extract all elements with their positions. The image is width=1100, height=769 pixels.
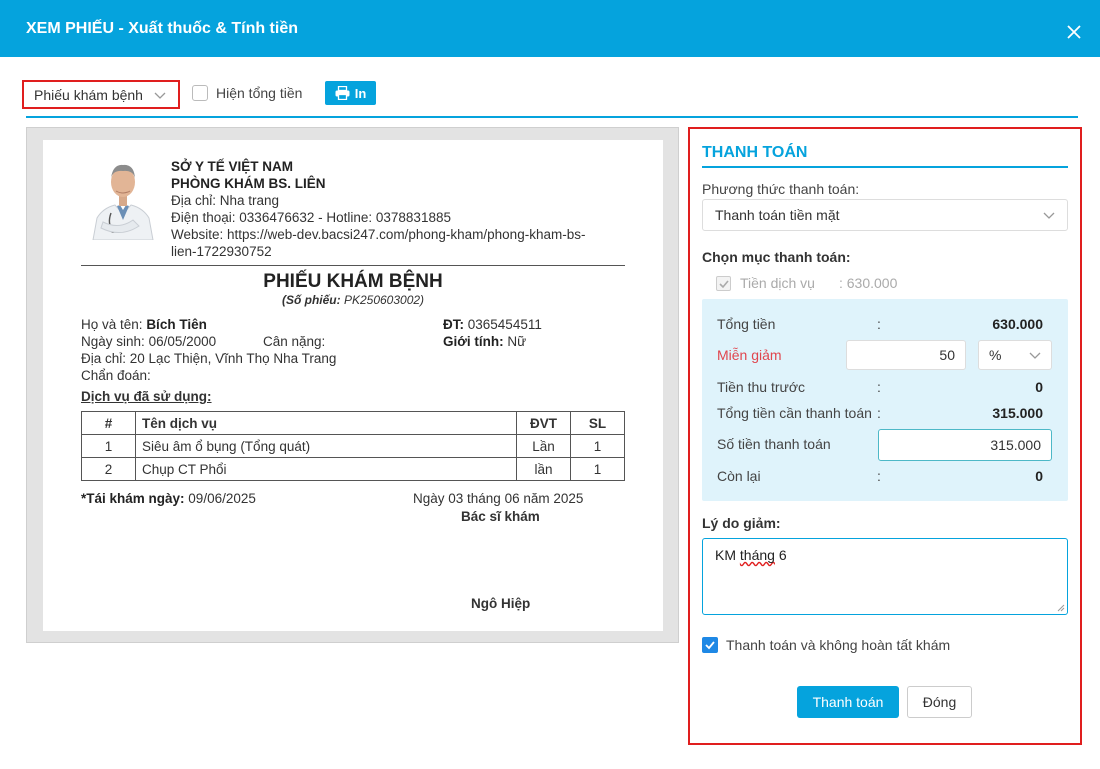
- pay-button[interactable]: Thanh toán: [797, 686, 899, 718]
- issue-date: Ngày 03 tháng 06 năm 2025: [413, 491, 584, 506]
- clinic-info: SỞ Y TẾ VIỆT NAM PHÒNG KHÁM BS. LIÊN Địa…: [171, 158, 631, 260]
- due-value: 315.000: [992, 405, 1043, 421]
- cell-unit: Lần: [516, 434, 571, 458]
- show-total-toggle[interactable]: Hiện tổng tiền: [192, 85, 302, 101]
- pay-without-complete-checkbox[interactable]: [702, 637, 718, 653]
- payment-method-select[interactable]: Thanh toán tiền mặt: [702, 199, 1068, 231]
- total-label: Tổng tiền: [717, 316, 776, 332]
- clinic-website: Website: https://web-dev.bacsi247.com/ph…: [171, 227, 586, 242]
- clinic-phone: Điện thoại: 0336476632 - Hotline: 037883…: [171, 210, 451, 225]
- cell-unit: lần: [516, 457, 571, 481]
- cell-qty: 1: [570, 457, 625, 481]
- patient-diagnosis: Chẩn đoán:: [81, 368, 151, 383]
- due-label: Tổng tiền cần thanh toán: [717, 405, 872, 421]
- table-header-row: # Tên dịch vụ ĐVT SL: [81, 411, 625, 435]
- toolbar: Phiếu khám bệnh Hiện tổng tiền In: [22, 80, 1082, 110]
- patient-phone: ĐT: 0365454511: [443, 317, 542, 332]
- toolbar-divider: [26, 116, 1078, 118]
- payment-method-label: Phương thức thanh toán:: [702, 181, 860, 197]
- payment-panel: THANH TOÁN Phương thức thanh toán: Thanh…: [688, 127, 1082, 745]
- document-preview: SỞ Y TẾ VIỆT NAM PHÒNG KHÁM BS. LIÊN Địa…: [26, 127, 679, 643]
- clinic-address: Địa chỉ: Nha trang: [171, 193, 280, 208]
- table-row: 1 Siêu âm ổ bụng (Tổng quát) Lần 1: [81, 434, 625, 458]
- print-button[interactable]: In: [325, 81, 376, 105]
- discount-unit-value: %: [989, 347, 1002, 363]
- service-fee-checkbox: [716, 275, 731, 291]
- choose-items-label: Chọn mục thanh toán:: [702, 249, 851, 265]
- service-fee-amount: : 630.000: [838, 275, 898, 291]
- cell-service: Chụp CT Phổi: [135, 457, 517, 481]
- discount-unit-select[interactable]: %: [978, 340, 1052, 370]
- cell-number: 2: [81, 457, 136, 481]
- form-type-select[interactable]: Phiếu khám bệnh: [22, 80, 180, 109]
- total-value: 630.000: [992, 316, 1043, 332]
- pay-without-complete-toggle[interactable]: Thanh toán và không hoàn tất khám: [702, 637, 950, 653]
- clinic-name: PHÒNG KHÁM BS. LIÊN: [171, 176, 326, 191]
- org-name: SỞ Y TẾ VIỆT NAM: [171, 159, 294, 174]
- header-divider: [81, 265, 625, 266]
- service-fee-label: Tiền dịch vụ: [740, 275, 815, 291]
- services-table: # Tên dịch vụ ĐVT SL 1 Siêu âm ổ bụng (T…: [81, 411, 625, 481]
- discount-label: Miễn giảm: [717, 347, 782, 363]
- modal-title: XEM PHIẾU - Xuất thuốc & Tính tiền: [26, 20, 298, 37]
- printer-icon: [335, 86, 350, 100]
- form-type-select-value: Phiếu khám bệnh: [34, 87, 143, 103]
- cell-number: 1: [81, 434, 136, 458]
- payment-method-value: Thanh toán tiền mặt: [715, 207, 840, 223]
- doctor-avatar: [89, 158, 157, 240]
- resize-handle-icon[interactable]: [1057, 604, 1065, 612]
- show-total-checkbox[interactable]: [192, 85, 208, 101]
- document-paper: SỞ Y TẾ VIỆT NAM PHÒNG KHÁM BS. LIÊN Địa…: [43, 140, 663, 631]
- modal-header: XEM PHIẾU - Xuất thuốc & Tính tiền: [0, 0, 1100, 57]
- show-total-label: Hiện tổng tiền: [216, 85, 303, 101]
- payment-title: THANH TOÁN: [702, 144, 808, 161]
- print-button-label: In: [354, 85, 367, 101]
- patient-name: Họ và tên: Bích Tiên: [81, 317, 207, 332]
- remaining-label: Còn lại: [717, 468, 761, 484]
- chevron-down-icon: [1029, 352, 1041, 359]
- prepaid-value: 0: [1035, 379, 1043, 395]
- service-fee-item: Tiền dịch vụ : 630.000: [716, 275, 897, 291]
- check-icon: [719, 279, 729, 288]
- remaining-value: 0: [1035, 468, 1043, 484]
- document-code: (Số phiếu: PK250603002): [281, 293, 425, 307]
- patient-dob: Ngày sinh: 06/05/2000: [81, 334, 217, 349]
- patient-weight: Cân nặng:: [263, 334, 326, 349]
- pay-without-complete-label: Thanh toán và không hoàn tất khám: [726, 637, 951, 653]
- close-icon[interactable]: [1066, 24, 1082, 40]
- table-row: 2 Chụp CT Phổi lần 1: [81, 457, 625, 481]
- discount-reason-textarea[interactable]: KM tháng 6: [702, 538, 1068, 615]
- check-icon: [705, 641, 715, 650]
- col-header-qty: SL: [570, 411, 625, 435]
- discount-reason-label: Lý do giảm:: [702, 515, 781, 531]
- cell-service: Siêu âm ổ bụng (Tổng quát): [135, 434, 517, 458]
- cell-qty: 1: [570, 434, 625, 458]
- col-header-unit: ĐVT: [516, 411, 571, 435]
- pay-amount-label: Số tiền thanh toán: [717, 436, 831, 452]
- pay-amount-input[interactable]: 315.000: [878, 429, 1052, 461]
- payment-calculation: Tổng tiền : 630.000 Miễn giảm 50 % Tiền …: [702, 299, 1068, 501]
- document-title: PHIẾU KHÁM BỆNH: [263, 271, 443, 292]
- prepaid-label: Tiền thu trước: [717, 379, 806, 395]
- close-button[interactable]: Đóng: [907, 686, 972, 718]
- clinic-website-cont: lien-1722930752: [171, 244, 272, 259]
- doctor-title: Bác sĩ khám: [461, 509, 540, 524]
- services-title: Dịch vụ đã sử dụng:: [81, 389, 212, 404]
- col-header-service: Tên dịch vụ: [135, 411, 517, 435]
- chevron-down-icon: [1043, 212, 1055, 219]
- discount-input[interactable]: 50: [846, 340, 966, 370]
- doctor-name: Ngô Hiệp: [471, 596, 531, 611]
- patient-gender: Giới tính: Nữ: [443, 334, 527, 349]
- patient-address: Địa chỉ: 20 Lạc Thiện, Vĩnh Thọ Nha Tran…: [81, 351, 337, 366]
- payment-title-divider: [702, 166, 1068, 168]
- col-header-number: #: [81, 411, 136, 435]
- chevron-down-icon: [154, 92, 166, 99]
- revisit-date: *Tái khám ngày: 09/06/2025: [81, 491, 256, 506]
